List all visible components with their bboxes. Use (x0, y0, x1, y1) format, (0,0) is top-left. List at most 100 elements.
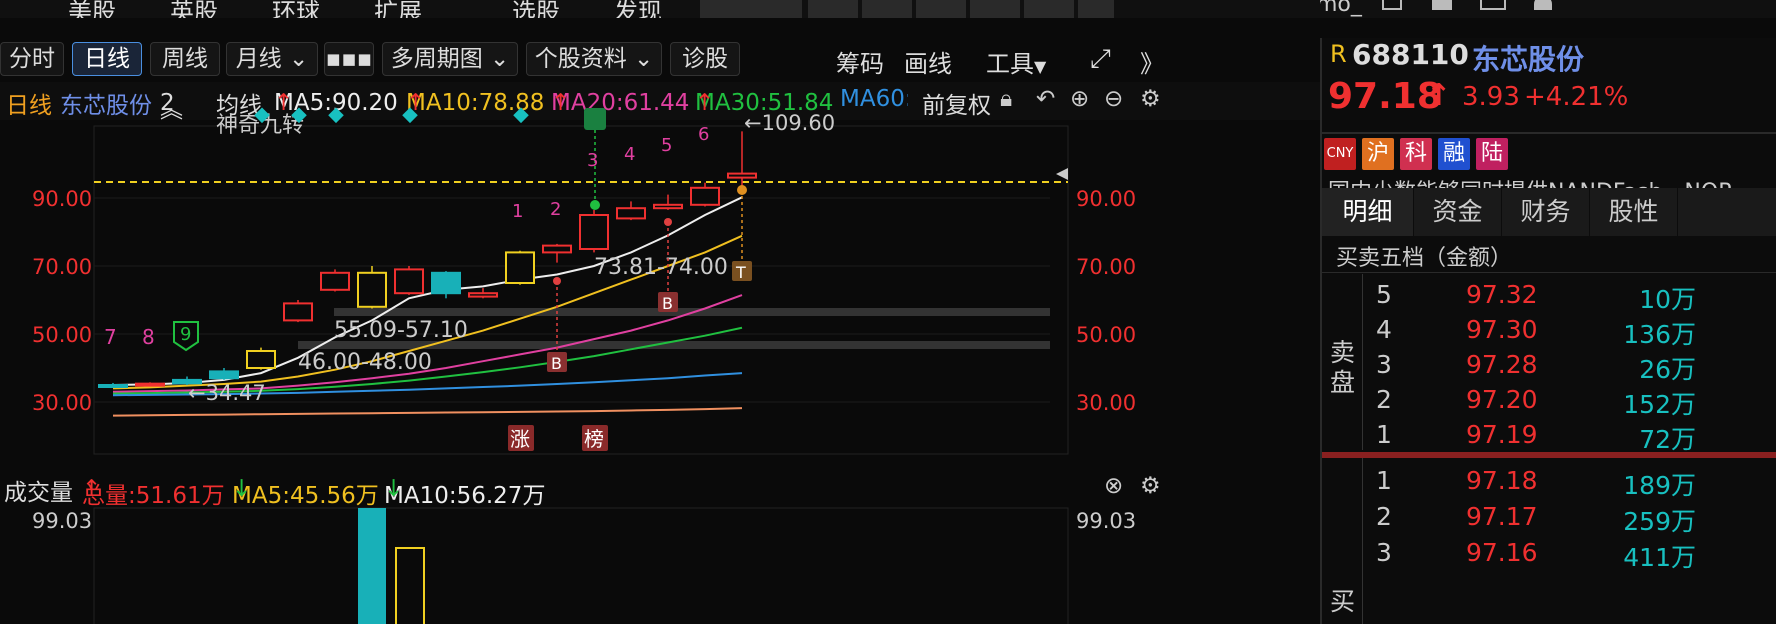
candle-body (727, 172, 757, 179)
buy-marker-label: B (662, 294, 673, 313)
badge-sh[interactable]: 沪 (1362, 138, 1394, 170)
tab-stock-nature[interactable]: 股性 (1590, 188, 1678, 236)
orderbook-row: 3 97.16 411万 (1376, 532, 1776, 572)
price[interactable]: 97.20 (1466, 385, 1538, 414)
seq-number: 5 (661, 135, 672, 156)
price[interactable]: 97.28 (1466, 350, 1538, 379)
orderbook-row: 1 97.19 72万 (1376, 414, 1776, 454)
mail-icon[interactable] (1480, 0, 1506, 10)
low-label: ←34.47 (188, 381, 266, 405)
stock-name[interactable]: 东芯股份 (1472, 38, 1584, 78)
divider (1322, 272, 1776, 273)
last-price: 97.18 (1328, 76, 1442, 117)
y-tick-label: 50.00 (1076, 323, 1136, 347)
candle-body (283, 302, 313, 322)
candle-body (542, 244, 572, 254)
buy-marker-label: B (551, 354, 562, 373)
divider (1322, 132, 1776, 134)
badge-star[interactable]: 科 (1400, 138, 1432, 170)
badge-cny[interactable]: CNY (1324, 138, 1356, 170)
quote-panel: R 688110 东芯股份 97.18 ↑ 3.93 +4.21% CNY 沪 … (1320, 38, 1776, 624)
orderbook-row: 3 97.28 26万 (1376, 344, 1776, 384)
signal-s-icon (584, 108, 606, 130)
market-tag: R (1330, 40, 1347, 68)
orderbook-row: 5 97.32 10万 (1376, 274, 1776, 314)
bell-icon[interactable] (1534, 0, 1552, 10)
orderbook-row: 2 97.20 152万 (1376, 379, 1776, 419)
price-change: 3.93 (1462, 82, 1520, 112)
marker-dot (664, 218, 672, 226)
signal-dot (590, 200, 600, 210)
amount: 72万 (1639, 425, 1696, 454)
badge-margin[interactable]: 融 (1438, 138, 1470, 170)
diamond-icon (513, 107, 529, 124)
orderbook-title: 买卖五档（金额） (1336, 246, 1513, 271)
candle-body (505, 251, 535, 284)
settings-icon[interactable]: ⚙ (1140, 473, 1161, 499)
volume-axis-left: 99.03 (32, 509, 92, 533)
user-area: mo_ (1320, 0, 1776, 18)
level: 5 (1376, 280, 1392, 309)
orderbook-row: 4 97.30 136万 (1376, 309, 1776, 349)
volume-frame (93, 507, 1069, 624)
candle-body (579, 214, 609, 250)
diamond-icon (328, 107, 344, 124)
side-divider (1362, 274, 1363, 450)
candle-body (246, 350, 276, 369)
seq-number: 6 (698, 124, 709, 145)
tab-funds[interactable]: 资金 (1414, 188, 1502, 236)
volume-bar (395, 547, 425, 624)
sell-side-label: 卖盘 (1330, 338, 1356, 397)
y-tick-label: 70.00 (32, 255, 92, 279)
close-icon[interactable]: ⊗ (1104, 473, 1123, 499)
price[interactable]: 97.30 (1466, 315, 1538, 344)
seq-number: 2 (550, 199, 561, 220)
volume-label[interactable]: 成交量 (4, 473, 73, 507)
bid-ask-divider (1322, 452, 1776, 458)
range-label: 73.81-74.00 (594, 255, 728, 280)
candle-body (209, 370, 239, 380)
price[interactable]: 97.19 (1466, 420, 1538, 449)
y-tick-label: 30.00 (1076, 391, 1136, 415)
marker-dot (553, 277, 561, 285)
side-divider (1362, 458, 1363, 624)
seq-number: 4 (624, 144, 635, 165)
orderbook-row: 2 97.17 259万 (1376, 496, 1776, 536)
candle-body (320, 271, 350, 291)
range-label: 55.09-57.10 (334, 318, 468, 343)
up-arrow-icon: ↑ (1426, 78, 1452, 113)
badge-hk-connect[interactable]: 陆 (1476, 138, 1508, 170)
tab-finance[interactable]: 财务 (1502, 188, 1590, 236)
tab-detail[interactable]: 明细 (1322, 188, 1414, 236)
buy-side-label: 买 (1330, 587, 1356, 616)
window-icon[interactable] (1432, 0, 1452, 10)
user-name[interactable]: mo_ (1320, 0, 1362, 17)
price-chart[interactable]: 90.00 90.00 70.00 70.00 50.00 50.00 30.00 30.00… (0, 0, 1176, 624)
high-label: ←109.60 (744, 111, 835, 135)
seq-number: 9 (180, 324, 191, 345)
y-tick-label: 90.00 (1076, 187, 1136, 211)
price[interactable]: 97.17 (1466, 502, 1538, 531)
orderbook-row: 1 97.18 189万 (1376, 460, 1776, 500)
level: 4 (1376, 315, 1392, 344)
candle-body (135, 382, 165, 387)
ma-line-ma120 (112, 407, 743, 417)
y-tick-label: 70.00 (1076, 255, 1136, 279)
seq-number: 7 (104, 325, 117, 349)
diamond-icon (402, 107, 418, 124)
window-icon[interactable] (1382, 0, 1402, 10)
y-tick-label: 50.00 (32, 323, 92, 347)
t-marker-label: T (735, 263, 746, 282)
zhang-tag-label: 涨 (510, 427, 530, 451)
price[interactable]: 97.32 (1466, 280, 1538, 309)
level: 3 (1376, 350, 1392, 379)
candle-body (653, 203, 683, 210)
price[interactable]: 97.16 (1466, 538, 1538, 567)
price[interactable]: 97.18 (1466, 466, 1538, 495)
y-tick-label: 90.00 (32, 187, 92, 211)
seq-number: 3 (587, 150, 598, 171)
level: 1 (1376, 420, 1392, 449)
volume-axis-right: 99.03 (1076, 509, 1136, 533)
seq-number: 1 (512, 201, 523, 222)
price-pointer-icon (1056, 168, 1068, 180)
